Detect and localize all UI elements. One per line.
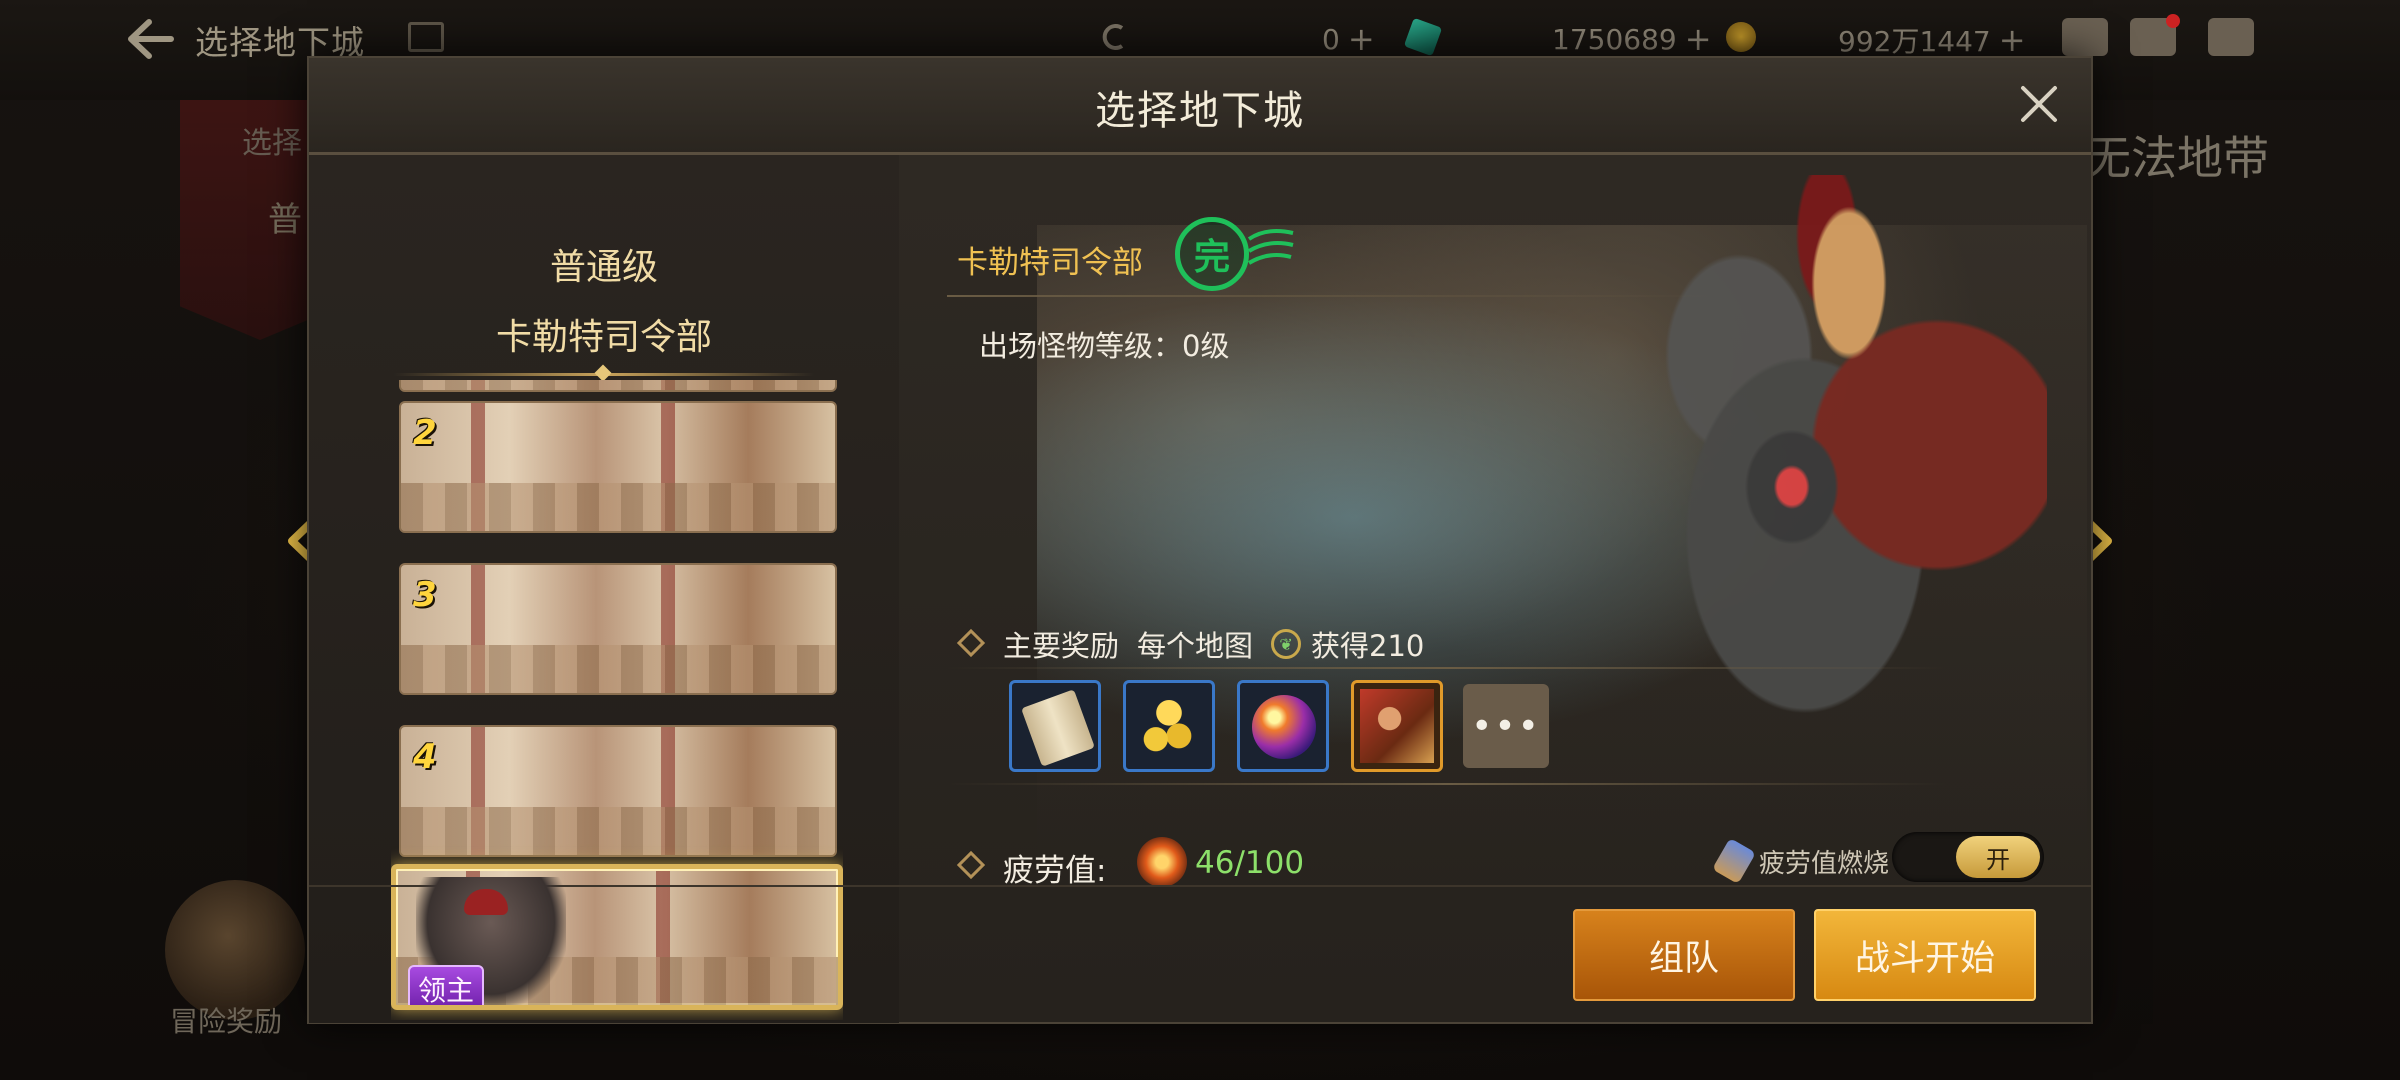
stage-card-1[interactable]: [399, 380, 837, 392]
background-banner-top-text: 选择: [242, 126, 302, 161]
orb-icon: [1252, 695, 1316, 759]
currency-gem-value: 1750689: [1552, 22, 1677, 56]
book-icon[interactable]: [408, 22, 444, 52]
boss-badge: 领主: [408, 965, 485, 1005]
boss-character-art: [1607, 175, 2047, 775]
fatigue-burn-toggle[interactable]: 开: [1892, 832, 2044, 882]
close-icon[interactable]: [2015, 80, 2063, 128]
fatigue-potion-icon: [1137, 837, 1187, 887]
fatigue-value: 46/100: [1195, 845, 1305, 881]
battle-start-button[interactable]: 战斗开始: [1814, 909, 2036, 1001]
reward-item-scroll[interactable]: [1009, 680, 1101, 772]
back-arrow-icon[interactable]: [125, 18, 175, 60]
fatigue-burn-label: 疲劳值燃烧: [1759, 849, 1890, 879]
reward-header: 主要奖励 每个地图 ❦ 获得210: [1003, 623, 1424, 665]
stage-list[interactable]: 2 3 4 领主: [391, 380, 843, 1020]
modal-title: 选择地下城: [1095, 88, 1305, 134]
dungeon-select-modal: 选择地下城 普通级 卡勒特司令部 2 3 4 领主 卡勒特司令部 完 出场怪物等…: [307, 56, 2093, 1024]
divider: [947, 783, 1947, 785]
fatigue-label: 疲劳值:: [1003, 853, 1107, 889]
background-zone-text: 无法地带: [2085, 131, 2269, 185]
modal-header: 选择地下城: [309, 58, 2091, 155]
bullet-diamond-icon: [956, 850, 986, 880]
growth-icon: ❦: [1271, 629, 1302, 659]
reward-item-avatar[interactable]: [1351, 680, 1443, 772]
stage-number: 4: [413, 737, 437, 777]
stage-number: 2: [413, 413, 437, 453]
complete-stamp-icon: 完: [1175, 217, 1249, 291]
stage-list-panel: 普通级 卡勒特司令部 2 3 4 领主: [309, 155, 899, 1023]
stage-card-3[interactable]: 3: [399, 563, 837, 695]
boss-helmet-icon: [464, 889, 508, 915]
stage-number: 3: [413, 575, 437, 615]
more-rewards-button[interactable]: •••: [1463, 684, 1549, 768]
currency-crystal-value: 0: [1322, 22, 1340, 56]
team-button[interactable]: 组队: [1573, 909, 1795, 1001]
divider: [947, 667, 1947, 669]
currency-crystal[interactable]: 0 +: [1322, 20, 1375, 58]
reward-title: 主要奖励: [1003, 629, 1120, 663]
gold-coins-icon: [1136, 693, 1202, 759]
notification-dot: [2166, 14, 2180, 28]
stamp-wings-icon: [1247, 229, 1294, 265]
monster-level: 出场怪物等级：0级: [979, 329, 1230, 363]
background-banner-bottom-text: 普: [268, 200, 302, 240]
gold-coin-icon: [1726, 22, 1756, 52]
dungeon-label: 卡勒特司令部: [495, 317, 712, 358]
scroll-icon: [1021, 689, 1095, 767]
divider: [947, 295, 1727, 297]
divider: [309, 885, 2091, 887]
dungeon-detail-panel: 卡勒特司令部 完 出场怪物等级：0级 主要奖励 每个地图 ❦ 获得210 •••: [907, 155, 2087, 925]
reward-per-map: 每个地图: [1137, 629, 1254, 663]
stage-card-2[interactable]: 2: [399, 401, 837, 533]
gem-icon: [1403, 17, 1443, 57]
crystal-icon: [1102, 24, 1124, 50]
currency-gold[interactable]: 992万1447 +: [1838, 20, 2026, 60]
dungeon-name: 卡勒特司令部: [957, 245, 1143, 281]
chat-icon[interactable]: [2208, 18, 2254, 56]
currency-gold-value: 992万1447: [1838, 25, 1991, 58]
adventure-reward-icon[interactable]: [165, 880, 305, 1020]
currency-crystal-plus[interactable]: +: [1348, 20, 1375, 58]
currency-gold-plus[interactable]: +: [1999, 21, 2026, 59]
reward-item-orb[interactable]: [1237, 680, 1329, 772]
shop-icon[interactable]: [2062, 18, 2108, 56]
currency-gem-plus[interactable]: +: [1685, 20, 1712, 58]
reward-gain: 获得210: [1311, 629, 1425, 663]
mail-icon[interactable]: [2130, 14, 2180, 56]
currency-gem[interactable]: 1750689 +: [1552, 20, 1712, 58]
avatar-icon: [1360, 689, 1434, 763]
divider-ornament: [594, 364, 612, 382]
toggle-knob: 开: [1956, 836, 2040, 878]
reward-item-gold[interactable]: [1123, 680, 1215, 772]
adventure-reward-label: 冒险奖励: [170, 1005, 283, 1038]
bullet-diamond-icon: [956, 628, 986, 658]
stage-card-4[interactable]: 4: [399, 725, 837, 857]
difficulty-label: 普通级: [549, 247, 658, 288]
